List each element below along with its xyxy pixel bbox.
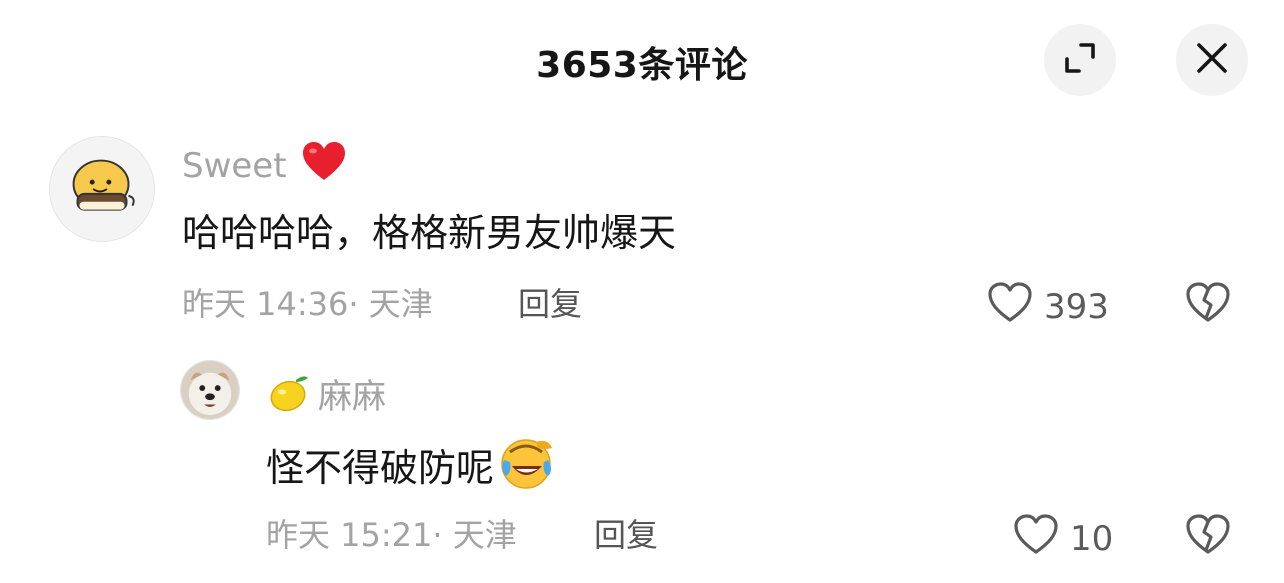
avatar[interactable]: [49, 136, 155, 242]
close-button[interactable]: [1176, 24, 1248, 96]
close-icon: [1195, 41, 1229, 79]
avatar[interactable]: [180, 360, 240, 420]
like-count: 10: [1070, 518, 1114, 559]
reply-button[interactable]: 回复: [518, 284, 582, 324]
comment-author[interactable]: 麻麻: [266, 370, 386, 423]
heart-outline-icon: [986, 280, 1034, 333]
like-count: 393: [1044, 286, 1109, 327]
broken-heart-icon: [1184, 514, 1232, 560]
like-button[interactable]: 10: [1012, 512, 1113, 565]
dislike-button[interactable]: [1184, 512, 1232, 560]
comment-time-location: 昨天 15:21· 天津: [266, 516, 517, 554]
expand-button[interactable]: [1044, 24, 1116, 96]
red-heart-icon: [301, 140, 347, 191]
comment-time-location: 昨天 14:36· 天津: [182, 285, 433, 323]
dislike-button[interactable]: [1184, 280, 1232, 328]
lemon-icon: [266, 370, 312, 423]
laughing-crying-face-icon: [498, 436, 556, 500]
expand-icon: [1063, 41, 1097, 79]
broken-heart-icon: [1184, 282, 1232, 328]
like-button[interactable]: 393: [986, 280, 1109, 333]
heart-outline-icon: [1012, 512, 1060, 565]
comment-content: 哈哈哈哈，格格新男友帅爆天: [182, 211, 677, 255]
reply-button[interactable]: 回复: [594, 515, 658, 555]
comment-author[interactable]: Sweet: [182, 140, 347, 191]
comment-content: 怪不得破防呢: [266, 436, 556, 500]
